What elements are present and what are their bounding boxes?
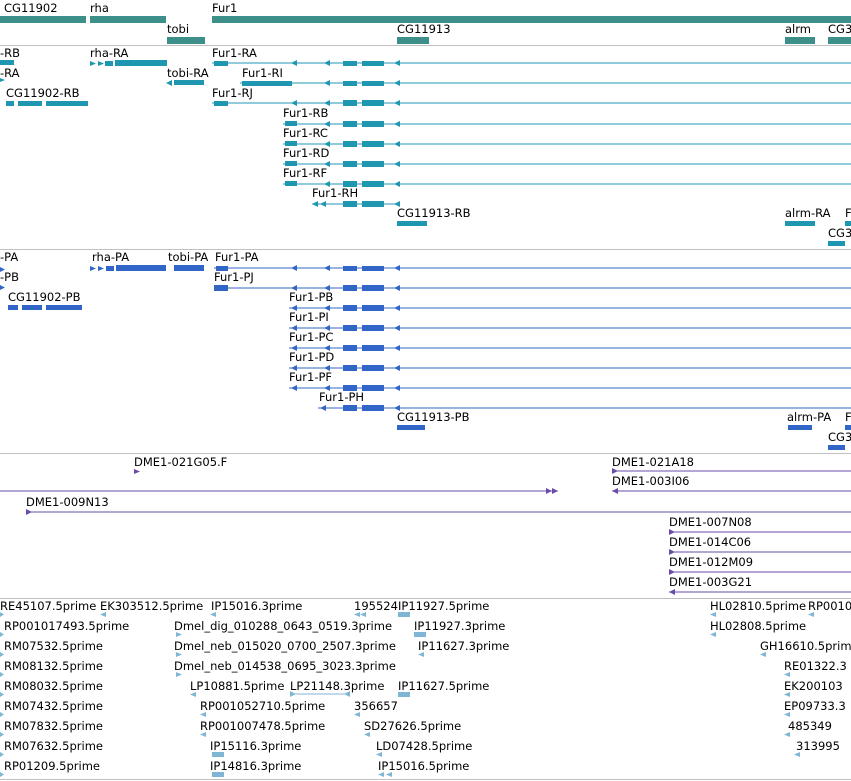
est-label[interactable]: RM07532.5prime xyxy=(4,640,103,653)
est-track: RE45107.5prime EK303512.5prime IP15016.3… xyxy=(0,0,851,781)
est-label[interactable]: RM07832.5prime xyxy=(4,720,103,733)
track-separator xyxy=(0,779,851,780)
est-label[interactable]: LD07428.5prime xyxy=(376,740,472,753)
est-label[interactable]: RP0010 xyxy=(808,600,851,613)
est-label[interactable]: Dmel_neb_015020_0700_2507.3prime xyxy=(174,640,396,653)
est-label[interactable]: RP001017493.5prime xyxy=(4,620,129,633)
est-label[interactable]: EP09733.3 xyxy=(784,700,846,713)
est-label[interactable]: 485349 xyxy=(788,720,832,733)
est-label[interactable]: 356657 xyxy=(354,700,398,713)
est-label[interactable]: IP11927.5prime xyxy=(398,600,489,613)
est-glyphs xyxy=(0,612,814,777)
est-label[interactable]: IP15116.3prime xyxy=(210,740,301,753)
est-label[interactable]: Dmel_neb_014538_0695_3023.3prime xyxy=(174,660,396,673)
est-label[interactable]: RM07432.5prime xyxy=(4,700,103,713)
est-label[interactable]: LP21148.3prime xyxy=(290,680,384,693)
est-label[interactable]: Dmel_dig_010288_0643_0519.3prime xyxy=(174,620,392,633)
est-label[interactable]: HL02808.5prime xyxy=(710,620,806,633)
est-label[interactable]: RE01322.3 xyxy=(784,660,847,673)
est-label[interactable]: RM08132.5prime xyxy=(4,660,103,673)
est-label[interactable]: GH16610.5prim xyxy=(760,640,851,653)
est-label[interactable]: IP15016.5prime xyxy=(378,760,469,773)
est-label[interactable]: IP11627.5prime xyxy=(398,680,489,693)
est-label[interactable]: LP10881.5prime xyxy=(190,680,284,693)
est-label[interactable]: IP15016.3prime xyxy=(211,600,302,613)
est-label[interactable]: RP001052710.5prime xyxy=(200,700,325,713)
est-label[interactable]: RP01209.5prime xyxy=(4,760,100,773)
est-label[interactable]: HL02810.5prime xyxy=(710,600,806,613)
est-label[interactable]: IP14816.3prime xyxy=(210,760,301,773)
est-label[interactable]: EK303512.5prime xyxy=(100,600,203,613)
est-label[interactable]: IP11627.3prime xyxy=(418,640,509,653)
est-label[interactable]: RM07632.5prime xyxy=(4,740,103,753)
est-label[interactable]: IP11927.3prime xyxy=(414,620,505,633)
est-label[interactable]: 313995 xyxy=(796,740,840,753)
est-label[interactable]: 195524 xyxy=(354,600,398,613)
est-label[interactable]: EK200103 xyxy=(784,680,843,693)
est-label[interactable]: RP001007478.5prime xyxy=(200,720,325,733)
est-label[interactable]: SD27626.5prime xyxy=(364,720,461,733)
est-label[interactable]: RE45107.5prime xyxy=(0,600,96,613)
est-label[interactable]: RM08032.5prime xyxy=(4,680,103,693)
